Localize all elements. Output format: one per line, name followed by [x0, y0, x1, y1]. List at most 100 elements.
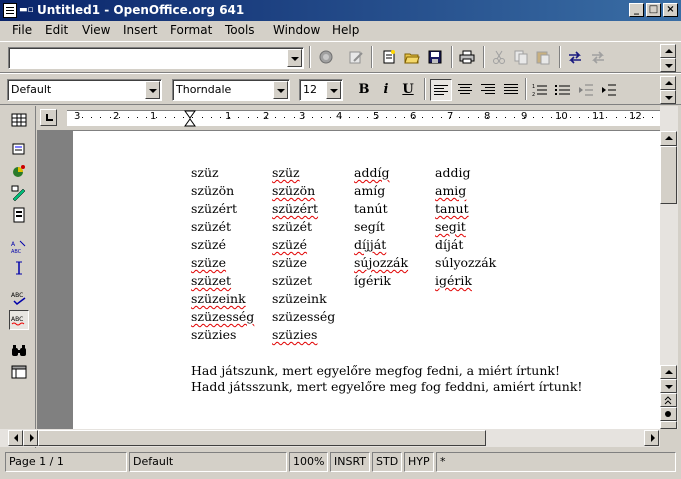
previous-page-button[interactable]	[660, 393, 677, 407]
show-draw-functions-icon[interactable]	[9, 183, 29, 203]
word[interactable]: súlyozzák	[435, 255, 496, 270]
text-cursor-icon[interactable]	[9, 258, 29, 278]
word[interactable]: tanút	[354, 201, 388, 216]
misspelled-word[interactable]: tanut	[435, 201, 469, 216]
align-right-button[interactable]	[477, 79, 499, 101]
misspelled-word[interactable]: igérik	[435, 273, 472, 288]
font-name-combo[interactable]: Thorndale	[172, 79, 290, 101]
chevron-down-icon[interactable]	[273, 81, 288, 99]
close-button[interactable]: ×	[663, 3, 678, 17]
indent-marker-icon[interactable]	[184, 110, 196, 128]
menu-format[interactable]: Format	[170, 23, 212, 37]
next-page-button[interactable]	[660, 421, 677, 429]
spellcheck-icon[interactable]: ABC	[9, 288, 29, 308]
data-sources-icon[interactable]	[9, 362, 29, 382]
redo-icon[interactable]	[588, 47, 608, 67]
toolbar-scroll-up-button[interactable]	[660, 44, 676, 58]
italic-button[interactable]: i	[376, 80, 396, 100]
chevron-down-icon[interactable]	[326, 81, 341, 99]
misspelled-word[interactable]: szüz	[272, 165, 300, 180]
menu-view[interactable]: View	[82, 23, 110, 37]
scroll-up-button[interactable]	[660, 365, 677, 379]
menu-tools[interactable]: Tools	[225, 23, 255, 37]
chevron-down-icon[interactable]	[145, 81, 160, 99]
menu-help[interactable]: Help	[332, 23, 359, 37]
word[interactable]: szüzies	[191, 327, 236, 342]
edit-file-icon[interactable]	[346, 47, 366, 67]
word[interactable]: szüz	[191, 165, 219, 180]
insert-object-icon[interactable]	[9, 161, 29, 181]
decrease-indent-icon[interactable]	[576, 80, 596, 100]
word[interactable]: díját	[435, 237, 463, 252]
word[interactable]: addig	[435, 165, 470, 180]
paste-icon[interactable]	[533, 47, 553, 67]
word[interactable]: szüzet	[272, 273, 312, 288]
scroll-right-end-button[interactable]	[644, 430, 659, 446]
misspelled-word[interactable]: sújozzák	[354, 255, 408, 270]
vertical-scroll-thumb[interactable]	[660, 146, 677, 204]
word[interactable]: szüzé	[191, 237, 226, 252]
status-hyperlink-mode[interactable]: HYP	[404, 452, 434, 472]
misspelled-word[interactable]: díjját	[354, 237, 386, 252]
system-menu-icon[interactable]: ▬▫	[19, 4, 34, 16]
word[interactable]: szüzön	[191, 183, 234, 198]
scroll-up-button[interactable]	[660, 131, 677, 146]
vertical-scrollbar[interactable]	[660, 106, 678, 429]
word[interactable]: szüzét	[191, 219, 231, 234]
horizontal-scroll-thumb[interactable]	[38, 430, 486, 446]
status-selection-mode[interactable]: STD	[372, 452, 402, 472]
open-icon[interactable]	[402, 47, 422, 67]
auto-spellcheck-icon[interactable]: ABC	[9, 310, 29, 330]
word[interactable]: szüze	[272, 255, 307, 270]
navigation-button[interactable]	[660, 407, 677, 421]
word[interactable]: ígérik	[354, 273, 391, 288]
menu-insert[interactable]: Insert	[123, 23, 157, 37]
word[interactable]: szüzét	[272, 219, 312, 234]
maximize-button[interactable]: □	[646, 3, 661, 17]
word[interactable]: szüzért	[191, 201, 237, 216]
increase-indent-icon[interactable]	[599, 80, 619, 100]
status-page-style[interactable]: Default	[129, 452, 287, 472]
chevron-down-icon[interactable]	[287, 49, 302, 67]
find-replace-icon[interactable]	[9, 340, 29, 360]
misspelled-word[interactable]: szüzesség	[191, 309, 254, 324]
insert-fields-icon[interactable]	[9, 139, 29, 159]
toolbar-scroll-down-button[interactable]	[660, 58, 676, 72]
toolbar-scroll-down-button[interactable]	[660, 90, 676, 104]
menu-edit[interactable]: Edit	[45, 23, 68, 37]
copy-icon[interactable]	[511, 47, 531, 67]
align-center-button[interactable]	[454, 79, 476, 101]
undo-icon[interactable]	[565, 47, 585, 67]
misspelled-word[interactable]: szüzet	[191, 273, 231, 288]
misspelled-word[interactable]: szüzön	[272, 183, 315, 198]
title-bar[interactable]: ▬▫ Untitled1 - OpenOffice.org 641 _ □ ×	[0, 0, 681, 21]
word[interactable]: szüzesség	[272, 309, 335, 324]
edit-autotext-icon[interactable]: A ABC	[9, 236, 29, 256]
form-functions-icon[interactable]	[9, 205, 29, 225]
status-insert-mode[interactable]: INSRT	[330, 452, 370, 472]
paragraph-style-combo[interactable]: Default	[7, 79, 162, 101]
document-page[interactable]: szüz szüzön szüzért szüzét szüzé szüze szüzet s…	[73, 131, 660, 429]
scroll-right-button[interactable]	[23, 430, 38, 446]
stop-icon[interactable]	[316, 47, 336, 67]
word[interactable]: amíg	[354, 183, 385, 198]
font-size-combo[interactable]: 12	[299, 79, 343, 101]
bold-button[interactable]: B	[354, 80, 374, 100]
save-icon[interactable]	[425, 47, 445, 67]
menu-window[interactable]: Window	[273, 23, 320, 37]
misspelled-word[interactable]: szüzies	[272, 327, 317, 342]
print-icon[interactable]	[457, 47, 477, 67]
numbering-icon[interactable]: 12	[530, 80, 550, 100]
align-left-button[interactable]	[430, 79, 452, 101]
word[interactable]: szüzeink	[272, 291, 327, 306]
tab-stop-selector[interactable]	[40, 109, 57, 126]
scroll-left-button[interactable]	[8, 430, 23, 446]
status-zoom[interactable]: 100%	[289, 452, 328, 472]
status-page[interactable]: Page 1 / 1	[5, 452, 127, 472]
misspelled-word[interactable]: amig	[435, 183, 466, 198]
new-document-icon[interactable]	[379, 47, 399, 67]
url-combo[interactable]	[8, 47, 304, 69]
horizontal-scrollbar[interactable]	[0, 429, 660, 447]
document-view[interactable]: szüz szüzön szüzért szüzét szüzé szüze szüzet s…	[37, 131, 660, 429]
bullets-icon[interactable]	[553, 80, 573, 100]
